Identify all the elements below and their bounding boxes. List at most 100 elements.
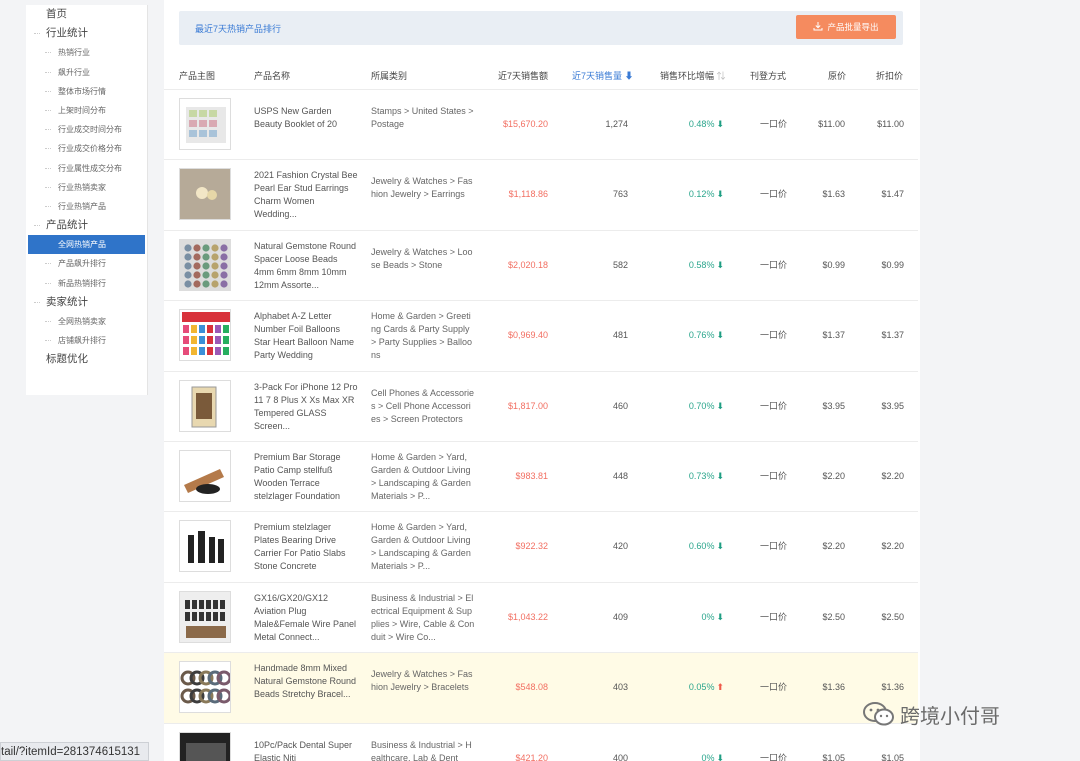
arrow-up-icon: ⬆ (716, 682, 724, 693)
product-thumbnail[interactable] (179, 661, 231, 714)
sidebar-item[interactable]: 行业成交时间分布 (26, 120, 147, 139)
product-thumbnail[interactable] (179, 238, 231, 291)
sales-volume: 1,274 (605, 119, 628, 129)
product-thumbnail[interactable] (179, 590, 231, 643)
original-price: $1.63 (822, 189, 845, 200)
sidebar-item[interactable]: 飙升行业 (26, 63, 147, 82)
sidebar-item[interactable]: 热销行业 (26, 43, 147, 62)
sidebar-item[interactable]: 产品飙升排行 (26, 254, 147, 273)
listing-mode: 一口价 (760, 189, 788, 200)
product-name-link[interactable]: Premium Bar Storage Patio Camp stellfuß … (254, 451, 358, 503)
growth-value: 0.73% (688, 471, 715, 481)
sales-volume: 409 (612, 611, 628, 622)
export-products-button[interactable]: 产品批量导出 (796, 15, 896, 39)
header-growth: 销售环比增幅 (660, 71, 715, 81)
header-orig: 原价 (828, 71, 847, 81)
product-category: Business & Industrial > Healthcare, Lab … (371, 739, 472, 761)
product-name-link[interactable]: Alphabet A-Z Letter Number Foil Balloons… (254, 310, 358, 362)
product-name-link[interactable]: 10Pc/Pack Dental Super Elastic Niti (254, 739, 358, 761)
sidebar-item[interactable]: 行业统计 (26, 24, 147, 43)
sidebar-item[interactable]: 行业成交价格分布 (26, 139, 147, 158)
product-category: Cell Phones & Accessories > Cell Phone A… (371, 387, 475, 424)
arrow-down-icon: ⬇ (716, 400, 724, 411)
growth-value: 0% (701, 611, 715, 622)
listing-mode: 一口价 (760, 752, 788, 761)
product-name-link[interactable]: Handmade 8mm Mixed Natural Gemstone Roun… (254, 662, 358, 701)
arrow-down-icon: ⬇ (716, 330, 724, 341)
table-row[interactable]: Natural Gemstone Round Spacer Loose Bead… (164, 230, 918, 302)
ranking-banner: 最近7天热销产品排行 产品批量导出 (179, 11, 903, 45)
header-disc: 折扣价 (876, 71, 904, 81)
original-price: $0.99 (822, 259, 845, 270)
table-row[interactable]: 2021 Fashion Crystal Bee Pearl Ear Stud … (164, 160, 918, 231)
sidebar-item[interactable]: 行业热销卖家 (26, 178, 147, 197)
product-name-link[interactable]: Natural Gemstone Round Spacer Loose Bead… (254, 240, 358, 292)
sidebar-item[interactable]: 整体市场行情 (26, 82, 147, 101)
product-thumbnail[interactable] (179, 731, 231, 761)
sales-amount: $15,670.20 (502, 119, 548, 129)
sales-amount: $1,043.22 (507, 611, 548, 622)
header-growth-wrap[interactable]: 销售环比增幅 ⇅ (660, 69, 726, 82)
growth-cell: 0.48% ⬇ (689, 118, 724, 131)
sort-desc-icon: ⬇ (624, 71, 634, 81)
product-name-link[interactable]: USPS New Garden Beauty Booklet of 20 (254, 105, 358, 131)
table-row[interactable]: 3-Pack For iPhone 12 Pro 11 7 8 Plus X X… (164, 371, 918, 442)
sales-amount: $983.81 (515, 471, 548, 481)
sales-amount: $1,118.86 (508, 189, 548, 200)
sidebar-item[interactable]: 全网热销卖家 (26, 312, 147, 331)
header-volume-sorted[interactable]: 近7天销售量 ⬇ (572, 69, 634, 82)
sidebar-item[interactable]: 标题优化 (26, 350, 147, 369)
original-price: $1.05 (822, 752, 845, 761)
header-mode: 刊登方式 (750, 71, 787, 81)
growth-value: 0.48% (688, 119, 715, 129)
original-price: $2.20 (822, 471, 845, 481)
listing-mode: 一口价 (760, 682, 788, 693)
sidebar-item[interactable]: 行业属性成交分布 (26, 159, 147, 178)
sales-volume: 582 (612, 259, 628, 270)
sidebar-item[interactable]: 上架时间分布 (26, 101, 147, 120)
sidebar-item[interactable]: 产品统计 (26, 216, 147, 235)
product-category: Jewelry & Watches > Fashion Jewelry > Ea… (371, 176, 473, 200)
original-price: $2.20 (822, 541, 845, 552)
header-sales[interactable]: 近7天销售额 (498, 69, 548, 82)
sidebar-item[interactable]: 行业热销产品 (26, 197, 147, 216)
product-category: Jewelry & Watches > Fashion Jewelry > Br… (371, 669, 473, 693)
growth-value: 0.12% (688, 189, 715, 200)
listing-mode: 一口价 (760, 330, 788, 341)
original-price: $11.00 (818, 119, 845, 129)
original-price: $1.37 (822, 330, 845, 341)
growth-cell: 0.60% ⬇ (689, 540, 724, 553)
main-panel: 最近7天热销产品排行 产品批量导出 产品主图 产品名称 所属类别 近7天销售额 … (164, 0, 920, 761)
wechat-icon (863, 702, 894, 726)
table-row[interactable]: 10Pc/Pack Dental Super Elastic Niti Busin… (164, 723, 918, 761)
table-row[interactable]: GX16/GX20/GX12 Aviation Plug Male&Female… (164, 582, 918, 654)
product-thumbnail[interactable] (179, 309, 231, 362)
table-row[interactable]: USPS New Garden Beauty Booklet of 20 Stam… (164, 90, 918, 161)
product-thumbnail[interactable] (179, 450, 231, 502)
sales-amount: $922.32 (515, 541, 548, 552)
product-thumbnail[interactable] (179, 168, 231, 221)
sidebar-item[interactable]: 首页 (26, 5, 147, 24)
product-thumbnail[interactable] (179, 520, 231, 573)
sidebar-item[interactable]: 店铺飙升排行 (26, 331, 147, 350)
sort-icon: ⇅ (716, 71, 726, 81)
discount-price: $1.37 (881, 330, 904, 341)
growth-value: 0.60% (688, 541, 715, 552)
table-row[interactable]: Premium stelzlager Plates Bearing Drive … (164, 512, 918, 583)
sidebar-item[interactable]: 全网热销产品 (28, 235, 145, 255)
table-row[interactable]: Handmade 8mm Mixed Natural Gemstone Roun… (164, 653, 918, 724)
header-image: 产品主图 (179, 71, 216, 81)
product-thumbnail[interactable] (179, 379, 231, 432)
product-name-link[interactable]: GX16/GX20/GX12 Aviation Plug Male&Female… (254, 592, 358, 644)
product-name-link[interactable]: Premium stelzlager Plates Bearing Drive … (254, 521, 358, 573)
product-name-link[interactable]: 2021 Fashion Crystal Bee Pearl Ear Stud … (254, 169, 358, 221)
product-name-link[interactable]: 3-Pack For iPhone 12 Pro 11 7 8 Plus X X… (254, 381, 358, 433)
sidebar-item[interactable]: 新品热销排行 (26, 274, 147, 293)
discount-price: $11.00 (877, 119, 904, 129)
table-row[interactable]: Alphabet A-Z Letter Number Foil Balloons… (164, 301, 918, 372)
product-thumbnail[interactable] (179, 98, 231, 150)
sales-volume: 481 (612, 330, 628, 341)
sidebar-item[interactable]: 卖家统计 (26, 293, 147, 312)
sales-volume: 763 (612, 189, 628, 200)
table-row[interactable]: Premium Bar Storage Patio Camp stellfuß … (164, 442, 918, 513)
